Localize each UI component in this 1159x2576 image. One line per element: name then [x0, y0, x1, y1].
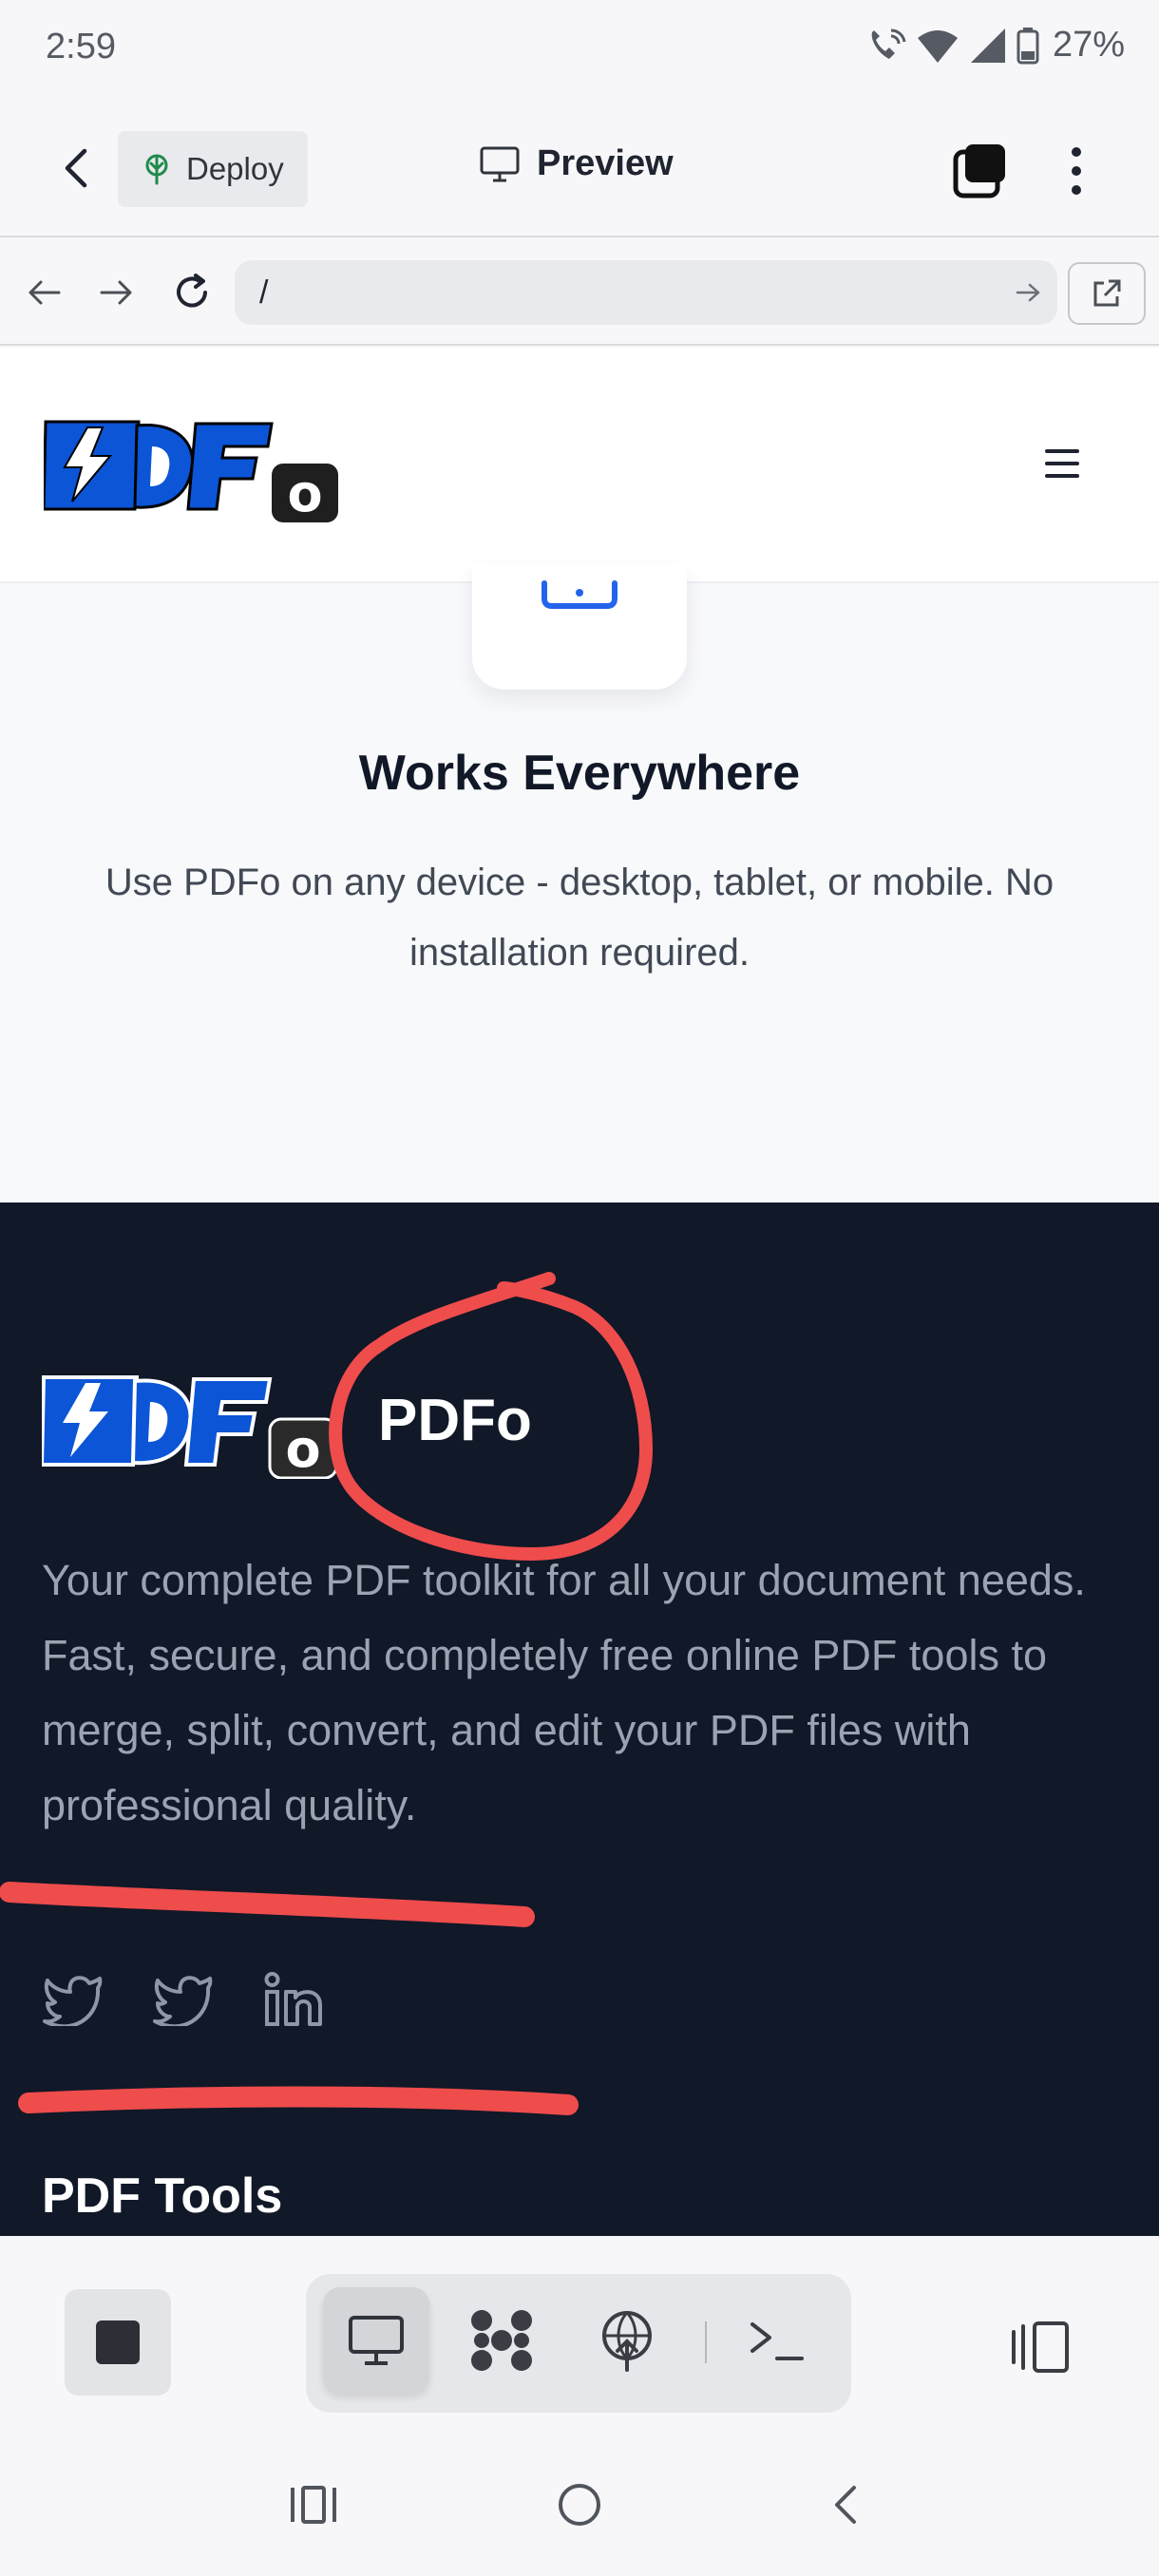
external-link-icon — [1093, 279, 1121, 307]
stop-button[interactable] — [65, 2289, 171, 2396]
more-options-button[interactable] — [1053, 138, 1100, 204]
home-button[interactable] — [542, 2472, 618, 2538]
home-circle-icon — [559, 2484, 600, 2526]
split-view-button[interactable] — [1007, 2314, 1074, 2380]
monitor-icon — [480, 146, 520, 181]
footer-logo-badge: o — [285, 1419, 320, 1479]
deploy-label: Deploy — [186, 151, 284, 186]
twitter-link[interactable] — [42, 1968, 104, 2031]
preview-label: Preview — [537, 143, 674, 183]
mode-switcher — [306, 2274, 851, 2413]
hamburger-menu-button[interactable] — [1045, 446, 1079, 481]
linkedin-icon — [264, 1972, 322, 2026]
stop-icon — [96, 2320, 140, 2364]
arrow-right-icon — [100, 280, 132, 305]
footer-section-heading: PDF Tools — [42, 2169, 283, 2224]
battery-icon — [1016, 27, 1039, 64]
reload-button[interactable] — [165, 266, 218, 319]
status-icons: 27% — [864, 25, 1125, 66]
twitter-icon — [153, 1976, 213, 2026]
pdfo-logo[interactable]: o — [44, 414, 342, 523]
split-view-icon — [1012, 2321, 1069, 2373]
url-bar: / — [0, 239, 1159, 346]
annotation-underline-2 — [18, 2086, 579, 2115]
go-button[interactable] — [1000, 264, 1057, 321]
reload-icon — [177, 274, 207, 308]
nav-back-button[interactable] — [17, 266, 70, 319]
twitter-icon — [43, 1976, 103, 2026]
recent-apps-button[interactable] — [276, 2472, 352, 2538]
chevron-left-icon — [835, 2486, 856, 2524]
terminal-icon — [750, 2322, 804, 2360]
annotation-underline-1 — [0, 1882, 535, 1927]
footer-brand-name: PDFo — [378, 1388, 532, 1453]
hamburger-line — [1045, 449, 1079, 453]
bottom-toolbar — [0, 2236, 1159, 2438]
hamburger-line — [1045, 474, 1079, 478]
signal-icon — [970, 28, 1005, 63]
footer-pdfo-logo[interactable]: o — [42, 1370, 340, 1479]
linkedin-link[interactable] — [262, 1968, 325, 2031]
nav-forward-button[interactable] — [90, 266, 143, 319]
url-text: / — [259, 274, 269, 311]
feature-section: Works Everywhere Use PDFo on any device … — [0, 564, 1159, 1203]
twitter-link-2[interactable] — [152, 1968, 215, 2031]
dot — [1072, 166, 1081, 176]
battery-percent: 27% — [1052, 25, 1125, 65]
url-input[interactable]: / — [235, 260, 1057, 325]
deploy-button[interactable]: Deploy — [118, 131, 308, 207]
preview-title: Preview — [480, 143, 674, 184]
monitor-icon — [349, 2316, 404, 2365]
wifi-icon — [917, 29, 958, 63]
back-button[interactable] — [48, 140, 104, 197]
arrow-right-icon — [1016, 283, 1040, 302]
site-footer: o PDFo Your complete PDF toolkit for all… — [0, 1203, 1159, 2236]
chevron-left-icon — [65, 148, 87, 188]
social-links — [42, 1968, 325, 2031]
site-header: o — [0, 348, 1159, 583]
footer-description: Your complete PDF toolkit for all your d… — [42, 1556, 1086, 1829]
system-navigation-bar — [0, 2434, 1159, 2576]
feature-description: Use PDFo on any device - desktop, tablet… — [104, 862, 1054, 974]
preview-mode-button[interactable] — [323, 2287, 429, 2394]
status-time: 2:59 — [46, 27, 116, 66]
feature-title: Works Everywhere — [358, 746, 801, 801]
workflow-mode-button[interactable] — [448, 2287, 555, 2394]
mode-separator — [705, 2321, 707, 2363]
app-bar: Deploy Preview — [0, 100, 1159, 237]
status-bar: 2:59 27% — [0, 0, 1159, 100]
feature-icon-card — [472, 564, 687, 690]
nodes-icon — [471, 2310, 532, 2371]
recent-apps-icon — [291, 2486, 336, 2524]
logo-badge: o — [287, 464, 322, 523]
device-icon — [542, 580, 618, 609]
deploy-icon — [145, 154, 168, 185]
wifi-call-icon — [871, 28, 906, 59]
tabs-button[interactable] — [950, 141, 1011, 201]
tabs-icon — [953, 144, 1005, 199]
dot — [1072, 147, 1081, 157]
hamburger-line — [1045, 462, 1079, 465]
console-mode-button[interactable] — [724, 2287, 830, 2394]
deploy-mode-button[interactable] — [574, 2287, 680, 2394]
globe-upload-icon — [602, 2311, 652, 2372]
system-back-button[interactable] — [808, 2472, 884, 2538]
open-external-button[interactable] — [1068, 262, 1146, 325]
arrow-left-icon — [28, 280, 61, 305]
dot — [1072, 185, 1081, 195]
